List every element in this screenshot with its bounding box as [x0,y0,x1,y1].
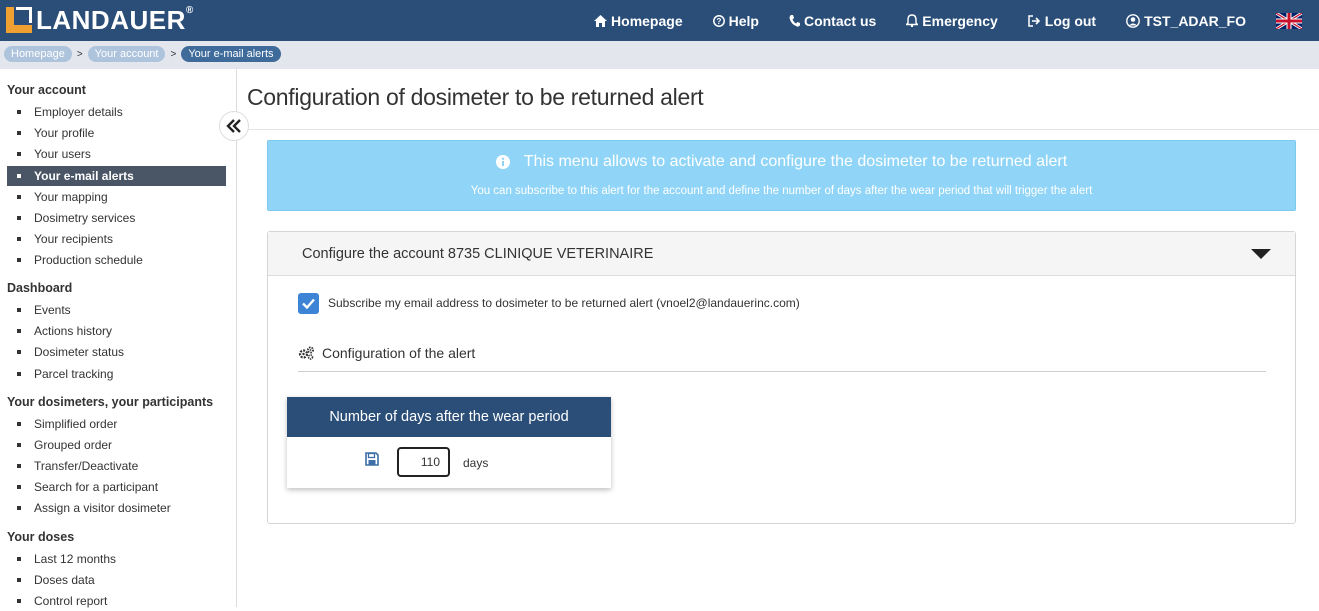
breadcrumb-bar: Homepage > Your account > Your e-mail al… [0,41,1319,69]
nav-logout[interactable]: Log out [1028,13,1096,29]
sidebar-item-control-report[interactable]: Control report [7,591,226,611]
sidebar-item-dosimetry-services[interactable]: Dosimetry services [7,208,226,228]
sidebar-item-events[interactable]: Events [7,300,226,320]
info-sub-text: You can subscribe to this alert for the … [470,185,1093,197]
nav-help[interactable]: ? Help [712,12,759,29]
panel-header[interactable]: Configure the account 8735 CLINIQUE VETE… [268,232,1295,276]
breadcrumb: Homepage > Your account > Your e-mail al… [4,46,281,62]
sidebar-section-dosimeters-participants: Your dosimeters, your participants [7,395,214,409]
breadcrumb-homepage[interactable]: Homepage [4,46,72,62]
sidebar-item-your-profile[interactable]: Your profile [7,123,226,143]
sidebar-item-your-mapping[interactable]: Your mapping [7,187,226,207]
breadcrumb-your-account[interactable]: Your account [87,46,166,62]
nav-homepage[interactable]: Homepage [594,13,683,29]
checkmark-icon [302,298,315,309]
sidebar-section-your-account: Your account [7,83,86,97]
help-icon: ? [712,14,725,27]
sidebar-item-actions-history[interactable]: Actions history [7,321,226,341]
nav-homepage-label: Homepage [611,12,683,29]
panel-title: Configure the account 8735 CLINIQUE VETE… [302,246,654,262]
days-input[interactable]: 110 [397,447,450,477]
subscribe-checkbox[interactable] [298,293,319,314]
days-unit-label: days [463,456,489,470]
sidebar-section-your-doses: Your doses [7,530,75,544]
sidebar-item-your-recipients[interactable]: Your recipients [7,229,226,249]
sidebar: Your account Employer details Your profi… [0,69,237,608]
sidebar-item-grouped-order[interactable]: Grouped order [7,435,226,455]
nav-contact[interactable]: Contact us [789,13,876,29]
breadcrumb-separator: > [76,48,83,60]
cogs-icon [298,346,314,360]
sidebar-item-assign-visitor-dosimeter[interactable]: Assign a visitor dosimeter [7,498,226,518]
sidebar-section-dashboard: Dashboard [7,281,73,295]
landauer-logo[interactable]: LANDAUER® [6,5,194,35]
collapse-sidebar-button[interactable] [219,111,249,141]
nav-user-label: TST_ADAR_FO [1144,12,1246,29]
sidebar-item-email-alerts[interactable]: Your e-mail alerts [7,166,226,186]
svg-text:?: ? [716,17,721,26]
logo-text: LANDAUER® [36,4,194,35]
days-card-header: Number of days after the wear period [287,397,611,437]
nav-help-label: Help [728,12,759,29]
sidebar-item-last-12-months[interactable]: Last 12 months [7,549,226,569]
breadcrumb-email-alerts[interactable]: Your e-mail alerts [181,46,281,62]
alert-config-heading: Configuration of the alert [298,345,475,361]
nav-emergency[interactable]: Emergency [906,12,998,29]
info-banner: This menu allows to activate and configu… [267,140,1296,211]
double-chevron-left-icon [226,119,241,133]
sidebar-item-search-participant[interactable]: Search for a participant [7,477,226,497]
top-nav: Homepage ? Help Contact us Emergency Log… [564,0,1319,41]
sidebar-item-transfer-deactivate[interactable]: Transfer/Deactivate [7,456,226,476]
title-divider [237,129,1319,130]
logo-mark-icon [6,7,34,33]
days-config-card: Number of days after the wear period 110… [287,397,611,488]
save-icon[interactable] [365,452,379,466]
top-navbar: LANDAUER® Homepage ? Help Contact us Eme… [0,0,1319,41]
bell-icon [906,14,919,27]
nav-logout-label: Log out [1044,12,1097,29]
breadcrumb-separator: > [170,48,177,60]
sidebar-item-production-schedule[interactable]: Production schedule [7,250,226,270]
page-title: Configuration of dosimeter to be returne… [247,84,704,110]
sidebar-item-parcel-tracking[interactable]: Parcel tracking [7,364,226,384]
sidebar-item-employer-details[interactable]: Employer details [7,102,226,122]
uk-flag-icon[interactable] [1276,12,1302,29]
sidebar-item-doses-data[interactable]: Doses data [7,570,226,590]
sidebar-item-your-users[interactable]: Your users [7,144,226,164]
alert-config-heading-text: Configuration of the alert [322,345,476,361]
nav-contact-label: Contact us [803,12,877,29]
sidebar-item-simplified-order[interactable]: Simplified order [7,414,226,434]
config-divider [298,371,1266,372]
subscribe-label[interactable]: Subscribe my email address to dosimeter … [328,296,800,310]
home-icon [594,14,608,27]
sidebar-item-dosimeter-status[interactable]: Dosimeter status [7,342,226,362]
user-circle-icon [1126,13,1140,28]
info-main-text: This menu allows to activate and configu… [523,153,1068,170]
info-icon [495,155,510,169]
nav-user-account[interactable]: TST_ADAR_FO [1126,13,1246,29]
nav-emergency-label: Emergency [922,12,998,29]
caret-down-icon[interactable] [1251,249,1271,259]
phone-icon [789,14,800,27]
logout-icon [1028,14,1040,27]
